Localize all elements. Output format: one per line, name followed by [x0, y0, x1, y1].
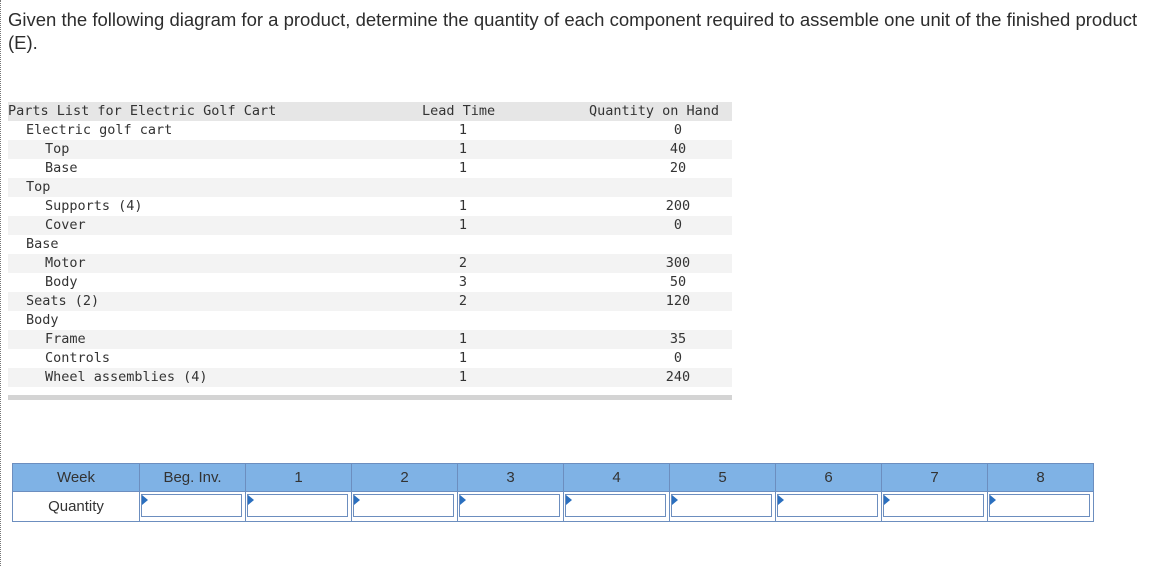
- week-header-label: Week: [12, 463, 140, 492]
- lead-time: 1: [458, 122, 468, 138]
- parts-row: Cover 1 0: [8, 216, 732, 235]
- lead-time: 3: [458, 274, 468, 290]
- week-5-quantity-input[interactable]: [671, 494, 772, 517]
- part-group-name: Base: [26, 236, 59, 252]
- week-1-quantity-input[interactable]: [247, 494, 348, 517]
- part-group-name: Body: [26, 312, 59, 328]
- part-name: Frame: [45, 331, 86, 347]
- parts-row: Base: [8, 235, 732, 254]
- parts-row: Top: [8, 178, 732, 197]
- lead-time: 1: [458, 198, 468, 214]
- week-header: 2: [351, 463, 458, 492]
- parts-row: Supports (4) 1 200: [8, 197, 732, 216]
- parts-list-bottom-border: [8, 395, 732, 400]
- qty-on-hand: 300: [665, 255, 691, 271]
- input-flag-icon: [884, 495, 890, 505]
- part-name: Supports (4): [45, 198, 143, 214]
- part-name: Top: [45, 141, 70, 157]
- week-header: 4: [563, 463, 670, 492]
- week-header: 7: [881, 463, 988, 492]
- beg-inv-header: Beg. Inv.: [139, 463, 246, 492]
- week-2-quantity-input[interactable]: [353, 494, 454, 517]
- part-name: Motor: [45, 255, 86, 271]
- week-6-quantity-input[interactable]: [777, 494, 878, 517]
- part-group-name: Top: [26, 179, 51, 195]
- lead-time: 1: [458, 217, 468, 233]
- answer-cell: [139, 491, 246, 522]
- part-name: Cover: [45, 217, 86, 233]
- parts-row: Base 1 20: [8, 159, 732, 178]
- parts-row: Body: [8, 311, 732, 330]
- answer-cell: [351, 491, 458, 522]
- part-name: Base: [45, 160, 78, 176]
- input-flag-icon: [142, 495, 148, 505]
- parts-row: Frame 1 35: [8, 330, 732, 349]
- beg-inv-quantity-input[interactable]: [141, 494, 242, 517]
- qty-on-hand: 0: [673, 217, 683, 233]
- answer-table-header-row: Week Beg. Inv. 1 2 3 4 5 6 7 8: [12, 463, 1094, 492]
- answer-cell: [245, 491, 352, 522]
- parts-row: Top 1 40: [8, 140, 732, 159]
- week-header: 5: [669, 463, 776, 492]
- answer-cell: [457, 491, 564, 522]
- input-flag-icon: [460, 495, 466, 505]
- input-flag-icon: [672, 495, 678, 505]
- qty-on-hand: 40: [669, 141, 687, 157]
- parts-row: Motor 2 300: [8, 254, 732, 273]
- input-flag-icon: [354, 495, 360, 505]
- lead-time: 1: [458, 331, 468, 347]
- week-header: 6: [775, 463, 882, 492]
- qty-on-hand: 200: [665, 198, 691, 214]
- part-name: Seats (2): [26, 293, 100, 309]
- week-header: 3: [457, 463, 564, 492]
- lead-time: 2: [458, 293, 468, 309]
- qty-on-hand: 20: [669, 160, 687, 176]
- answer-cell: [881, 491, 988, 522]
- qty-on-hand: 35: [669, 331, 687, 347]
- parts-row: Controls 1 0: [8, 349, 732, 368]
- input-flag-icon: [566, 495, 572, 505]
- question-text: Given the following diagram for a produc…: [8, 9, 1138, 53]
- parts-list-title: Parts List for Electric Golf Cart: [8, 103, 277, 119]
- input-flag-icon: [248, 495, 254, 505]
- answer-cell: [775, 491, 882, 522]
- lead-time: 1: [458, 141, 468, 157]
- lead-time: 1: [458, 369, 468, 385]
- part-name: Wheel assemblies (4): [45, 369, 208, 385]
- lead-time: 2: [458, 255, 468, 271]
- week-4-quantity-input[interactable]: [565, 494, 666, 517]
- parts-row: Body 3 50: [8, 273, 732, 292]
- parts-row: Electric golf cart 1 0: [8, 121, 732, 140]
- parts-list-header: Parts List for Electric Golf Cart Lead T…: [8, 102, 732, 121]
- parts-row: Seats (2) 2 120: [8, 292, 732, 311]
- part-name: Body: [45, 274, 78, 290]
- left-margin-dotted-line: [0, 0, 2, 566]
- quantity-row: Quantity: [12, 491, 1094, 522]
- part-name: Controls: [45, 350, 111, 366]
- parts-row: Wheel assemblies (4) 1 240: [8, 368, 732, 387]
- qty-on-hand-header: Quantity on Hand: [589, 103, 720, 119]
- input-flag-icon: [990, 495, 996, 505]
- qty-on-hand: 50: [669, 274, 687, 290]
- part-name: Electric golf cart: [26, 122, 173, 138]
- lead-time: 1: [458, 160, 468, 176]
- qty-on-hand: 120: [665, 293, 691, 309]
- answer-cell: [563, 491, 670, 522]
- week-7-quantity-input[interactable]: [883, 494, 984, 517]
- week-header: 1: [245, 463, 352, 492]
- lead-time: 1: [458, 350, 468, 366]
- answer-cell: [987, 491, 1094, 522]
- answer-table: Week Beg. Inv. 1 2 3 4 5 6 7 8 Quantity: [12, 463, 1094, 522]
- input-flag-icon: [778, 495, 784, 505]
- qty-on-hand: 0: [673, 350, 683, 366]
- parts-list-table: Parts List for Electric Golf Cart Lead T…: [8, 102, 732, 400]
- qty-on-hand: 0: [673, 122, 683, 138]
- week-header: 8: [987, 463, 1094, 492]
- quantity-row-label: Quantity: [12, 491, 140, 522]
- week-8-quantity-input[interactable]: [989, 494, 1090, 517]
- week-3-quantity-input[interactable]: [459, 494, 560, 517]
- qty-on-hand: 240: [665, 369, 691, 385]
- answer-cell: [669, 491, 776, 522]
- lead-time-header: Lead Time: [422, 103, 496, 119]
